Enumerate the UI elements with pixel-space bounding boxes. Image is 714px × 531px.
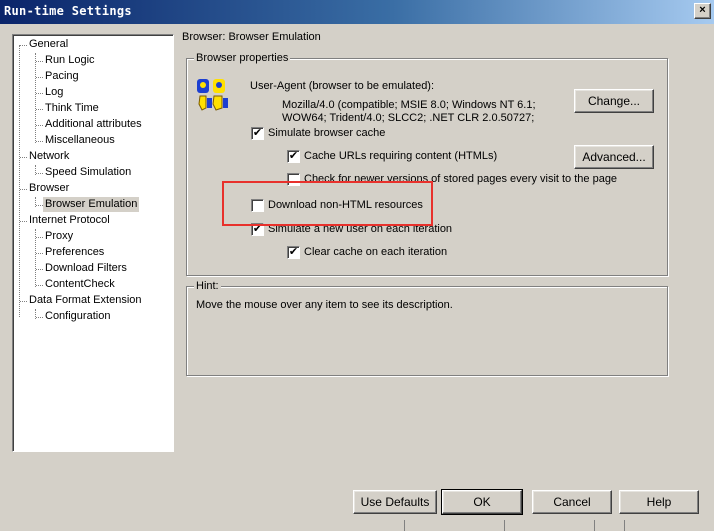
tree-connector <box>36 253 43 254</box>
tree-connector <box>19 45 20 317</box>
tree-connector <box>20 189 27 190</box>
tree-item-browser[interactable]: Browser <box>27 181 71 196</box>
tree-item-data-format-extension[interactable]: Data Format Extension <box>27 293 144 308</box>
tree-item-think-time[interactable]: Think Time <box>43 101 101 116</box>
title-bar: Run-time Settings × <box>0 0 714 24</box>
window-title: Run-time Settings <box>4 4 132 18</box>
user-agent-value-line1: Mozilla/4.0 (compatible; MSIE 8.0; Windo… <box>282 99 536 111</box>
status-cell <box>504 520 594 531</box>
tree-connector <box>36 109 43 110</box>
status-cell <box>624 520 714 531</box>
user-agent-value-line2: WOW64; Trident/4.0; SLCC2; .NET CLR 2.0.… <box>282 112 535 124</box>
clear-cache-checkbox[interactable]: ✔ <box>287 246 300 259</box>
simulate-browser-cache-label[interactable]: Simulate browser cache <box>268 127 385 139</box>
tree-item-additional-attributes[interactable]: Additional attributes <box>43 117 144 132</box>
help-button[interactable]: Help <box>619 490 699 514</box>
tree-connector <box>35 53 36 143</box>
tree-connector <box>36 77 43 78</box>
tree-item-general[interactable]: General <box>27 37 70 52</box>
tree-connector <box>20 301 27 302</box>
highlight-annotation-box <box>222 181 433 226</box>
hint-label: Hint: <box>194 280 221 292</box>
tree-connector <box>36 317 43 318</box>
browser-users-icon <box>197 79 228 111</box>
browser-properties-label: Browser properties <box>194 52 291 64</box>
use-defaults-button[interactable]: Use Defaults <box>353 490 437 514</box>
tree-item-pacing[interactable]: Pacing <box>43 69 81 84</box>
cache-urls-label[interactable]: Cache URLs requiring content (HTMLs) <box>304 150 497 162</box>
tree-item-speed-simulation[interactable]: Speed Simulation <box>43 165 133 180</box>
status-cell <box>594 520 624 531</box>
tree-connector <box>36 269 43 270</box>
tree-item-proxy[interactable]: Proxy <box>43 229 75 244</box>
tree-connector <box>36 141 43 142</box>
tree-connector <box>20 221 27 222</box>
ok-button[interactable]: OK <box>441 489 523 515</box>
change-button[interactable]: Change... <box>574 89 654 113</box>
tree-connector <box>20 157 27 158</box>
cancel-button[interactable]: Cancel <box>532 490 612 514</box>
tree-item-preferences[interactable]: Preferences <box>43 245 106 260</box>
tree-item-contentcheck[interactable]: ContentCheck <box>43 277 117 292</box>
panel-title: Browser: Browser Emulation <box>182 31 321 43</box>
close-button[interactable]: × <box>694 3 711 19</box>
tree-item-internet-protocol[interactable]: Internet Protocol <box>27 213 112 228</box>
tree-connector <box>36 93 43 94</box>
tree-item-download-filters[interactable]: Download Filters <box>43 261 129 276</box>
hint-text: Move the mouse over any item to see its … <box>196 299 453 311</box>
tree-item-configuration[interactable]: Configuration <box>43 309 112 324</box>
tree-connector <box>36 125 43 126</box>
advanced-button[interactable]: Advanced... <box>574 145 654 169</box>
tree-connector <box>36 285 43 286</box>
tree-item-log[interactable]: Log <box>43 85 65 100</box>
tree-item-miscellaneous[interactable]: Miscellaneous <box>43 133 117 148</box>
user-agent-label: User-Agent (browser to be emulated): <box>250 80 435 92</box>
tree-item-network[interactable]: Network <box>27 149 71 164</box>
simulate-browser-cache-checkbox[interactable]: ✔ <box>251 127 264 140</box>
tree-item-run-logic[interactable]: Run Logic <box>43 53 97 68</box>
background-status-strip <box>0 520 714 531</box>
settings-tree[interactable]: General Run Logic Pacing Log Think Time … <box>12 34 174 452</box>
cache-urls-checkbox[interactable]: ✔ <box>287 150 300 163</box>
clear-cache-label[interactable]: Clear cache on each iteration <box>304 246 447 258</box>
tree-item-browser-emulation[interactable]: Browser Emulation <box>43 197 140 212</box>
tree-connector <box>36 205 43 206</box>
status-cell <box>404 520 504 531</box>
tree-connector <box>36 173 43 174</box>
tree-connector <box>36 237 43 238</box>
tree-connector <box>20 45 27 46</box>
tree-connector <box>36 61 43 62</box>
